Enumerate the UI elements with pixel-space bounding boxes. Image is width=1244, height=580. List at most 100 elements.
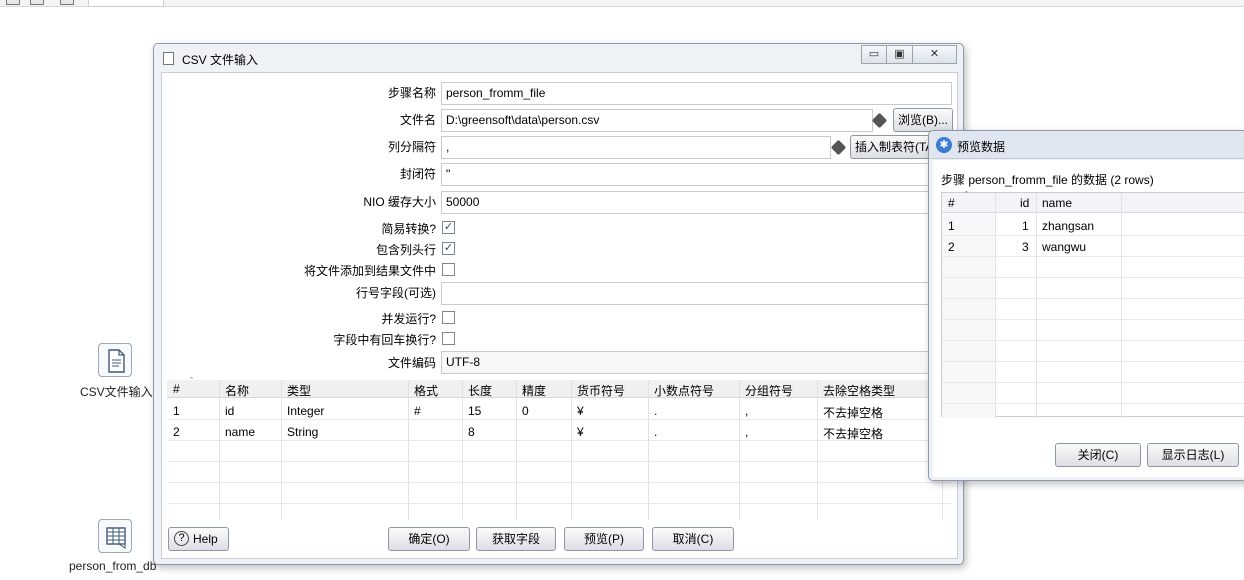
table-cell[interactable]: String xyxy=(287,425,318,439)
column-header[interactable]: # xyxy=(173,382,180,396)
ok-button[interactable]: 确定(O) xyxy=(388,527,470,551)
newline-in-fields-checkbox[interactable] xyxy=(442,332,455,345)
preview-titlebar[interactable]: ✱ 预览数据 xyxy=(929,131,1244,159)
table-cell[interactable]: 1 xyxy=(173,404,180,418)
maximize-button[interactable]: ▣ xyxy=(887,45,913,64)
column-header[interactable]: 去除空格类型 xyxy=(823,382,895,399)
window-buttons: ▭ ▣ ✕ xyxy=(861,45,957,65)
step-name-input[interactable]: person_fromm_file xyxy=(441,82,952,105)
column-header[interactable]: # xyxy=(948,196,955,210)
table-header: # ˆ 名称 类型 格式 长度 精度 货币符号 小数点符号 分组符号 去除空格类… xyxy=(167,376,952,399)
toolbar-icon[interactable] xyxy=(60,0,74,5)
add-to-result-checkbox[interactable] xyxy=(442,263,455,276)
header-present-checkbox[interactable]: ✓ xyxy=(442,242,455,255)
enclosure-input[interactable]: " xyxy=(441,163,952,186)
table-cell[interactable]: 15 xyxy=(468,404,481,418)
browse-button[interactable]: 浏览(B)... xyxy=(893,108,953,132)
table-cell[interactable]: , xyxy=(745,425,748,439)
table-cell[interactable]: Integer xyxy=(287,404,324,418)
grid-line xyxy=(942,403,1244,404)
table-cell[interactable]: 不去掉空格 xyxy=(823,425,883,442)
help-button[interactable]: ? Help xyxy=(168,527,229,551)
dialog-content: 步骤名称 person_fromm_file 文件名 D:\greensoft\… xyxy=(161,72,958,559)
table-cell[interactable]: 2 xyxy=(948,240,955,254)
table-cell[interactable]: 8 xyxy=(468,425,475,439)
table-cell[interactable]: , xyxy=(745,404,748,418)
column-header[interactable]: 名称 xyxy=(225,382,249,399)
step-name-label: 步骤名称 xyxy=(387,86,436,100)
preview-content: 步骤 person_fromm_file 的数据 (2 rows) # ˆ id… xyxy=(933,160,1244,477)
nio-buffer-input[interactable]: 50000 xyxy=(441,191,952,214)
maximize-icon: ▣ xyxy=(894,48,905,60)
file-input-icon[interactable] xyxy=(98,343,132,377)
table-cell[interactable]: . xyxy=(654,425,657,439)
editor-tab[interactable] xyxy=(88,0,164,7)
dialog-title: CSV 文件输入 xyxy=(182,53,259,67)
table-cell[interactable]: ¥ xyxy=(577,404,584,418)
column-header[interactable]: 小数点符号 xyxy=(654,382,714,399)
table-cell[interactable]: 2 xyxy=(173,425,180,439)
grid-line xyxy=(942,256,1244,257)
table-cell[interactable]: # xyxy=(414,404,421,418)
table-cell[interactable]: 0 xyxy=(522,404,529,418)
table-cell[interactable]: 1 xyxy=(1022,219,1029,233)
preview-dialog: ✱ 预览数据 步骤 person_fromm_file 的数据 (2 rows)… xyxy=(928,130,1244,481)
table-input-icon[interactable] xyxy=(98,519,132,553)
grid-line xyxy=(995,193,996,418)
preview-button[interactable]: 预览(P) xyxy=(564,527,644,551)
parallel-label: 并发运行? xyxy=(381,312,436,326)
close-icon: ✕ xyxy=(929,48,940,60)
grid-line xyxy=(817,380,818,520)
add-to-result-label: 将文件添加到结果文件中 xyxy=(303,264,436,278)
minimize-icon: ▭ xyxy=(868,48,880,60)
row-number-field-input[interactable] xyxy=(441,282,952,305)
grid-line xyxy=(516,380,517,520)
column-header[interactable]: 格式 xyxy=(414,382,438,399)
table-cell[interactable]: zhangsan xyxy=(1042,219,1094,233)
column-header[interactable]: 分组符号 xyxy=(745,382,793,399)
table-cell[interactable]: name xyxy=(225,425,255,439)
encoding-select[interactable]: UTF-8 xyxy=(441,351,952,374)
delimiter-input[interactable]: , xyxy=(441,136,831,159)
column-header[interactable]: 精度 xyxy=(522,382,546,399)
column-header[interactable]: name xyxy=(1042,196,1072,210)
column-header[interactable]: 类型 xyxy=(287,382,311,399)
toolbar-icon[interactable] xyxy=(30,0,44,5)
table-cell[interactable]: 不去掉空格 xyxy=(823,404,883,421)
show-log-button[interactable]: 显示日志(L) xyxy=(1147,443,1239,467)
lazy-conversion-checkbox[interactable]: ✓ xyxy=(442,221,455,234)
document-icon xyxy=(163,52,174,65)
minimize-button[interactable]: ▭ xyxy=(861,45,887,64)
grid-line xyxy=(942,298,1244,299)
file-name-input[interactable]: D:\greensoft\data\person.csv xyxy=(441,109,873,132)
get-fields-button[interactable]: 获取字段 xyxy=(476,527,556,551)
parallel-checkbox[interactable] xyxy=(442,311,455,324)
toolbar-icon[interactable] xyxy=(6,0,20,5)
enclosure-label: 封闭符 xyxy=(399,167,436,181)
file-name-label: 文件名 xyxy=(399,113,436,127)
grid-line xyxy=(167,461,952,462)
grid-line xyxy=(167,482,952,483)
table-cell[interactable]: id xyxy=(225,404,234,418)
column-header[interactable]: 长度 xyxy=(468,382,492,399)
table-cell[interactable]: 3 xyxy=(1022,240,1029,254)
table-cell[interactable]: . xyxy=(654,404,657,418)
dialog-titlebar[interactable]: CSV 文件输入 ▭ ▣ ✕ xyxy=(154,44,963,72)
step-label: CSV文件输入 xyxy=(80,385,153,399)
variable-icon[interactable] xyxy=(871,112,888,129)
grid-line xyxy=(1036,193,1037,418)
table-cell[interactable]: 1 xyxy=(948,219,955,233)
close-button[interactable]: ✕ xyxy=(913,45,957,64)
table-cell[interactable]: wangwu xyxy=(1042,240,1086,254)
column-header[interactable]: id xyxy=(1020,196,1029,210)
cancel-button[interactable]: 取消(C) xyxy=(652,527,734,551)
grid-line xyxy=(167,503,952,504)
step-label: person_from_db xyxy=(69,559,157,573)
close-preview-button[interactable]: 关闭(C) xyxy=(1055,443,1141,467)
grid-line xyxy=(942,235,1244,236)
table-cell[interactable]: ¥ xyxy=(577,425,584,439)
column-header[interactable]: 货币符号 xyxy=(577,382,625,399)
table-header: # ˆ id name xyxy=(942,190,1244,213)
variable-icon[interactable] xyxy=(830,139,847,156)
grid-line xyxy=(571,380,572,520)
